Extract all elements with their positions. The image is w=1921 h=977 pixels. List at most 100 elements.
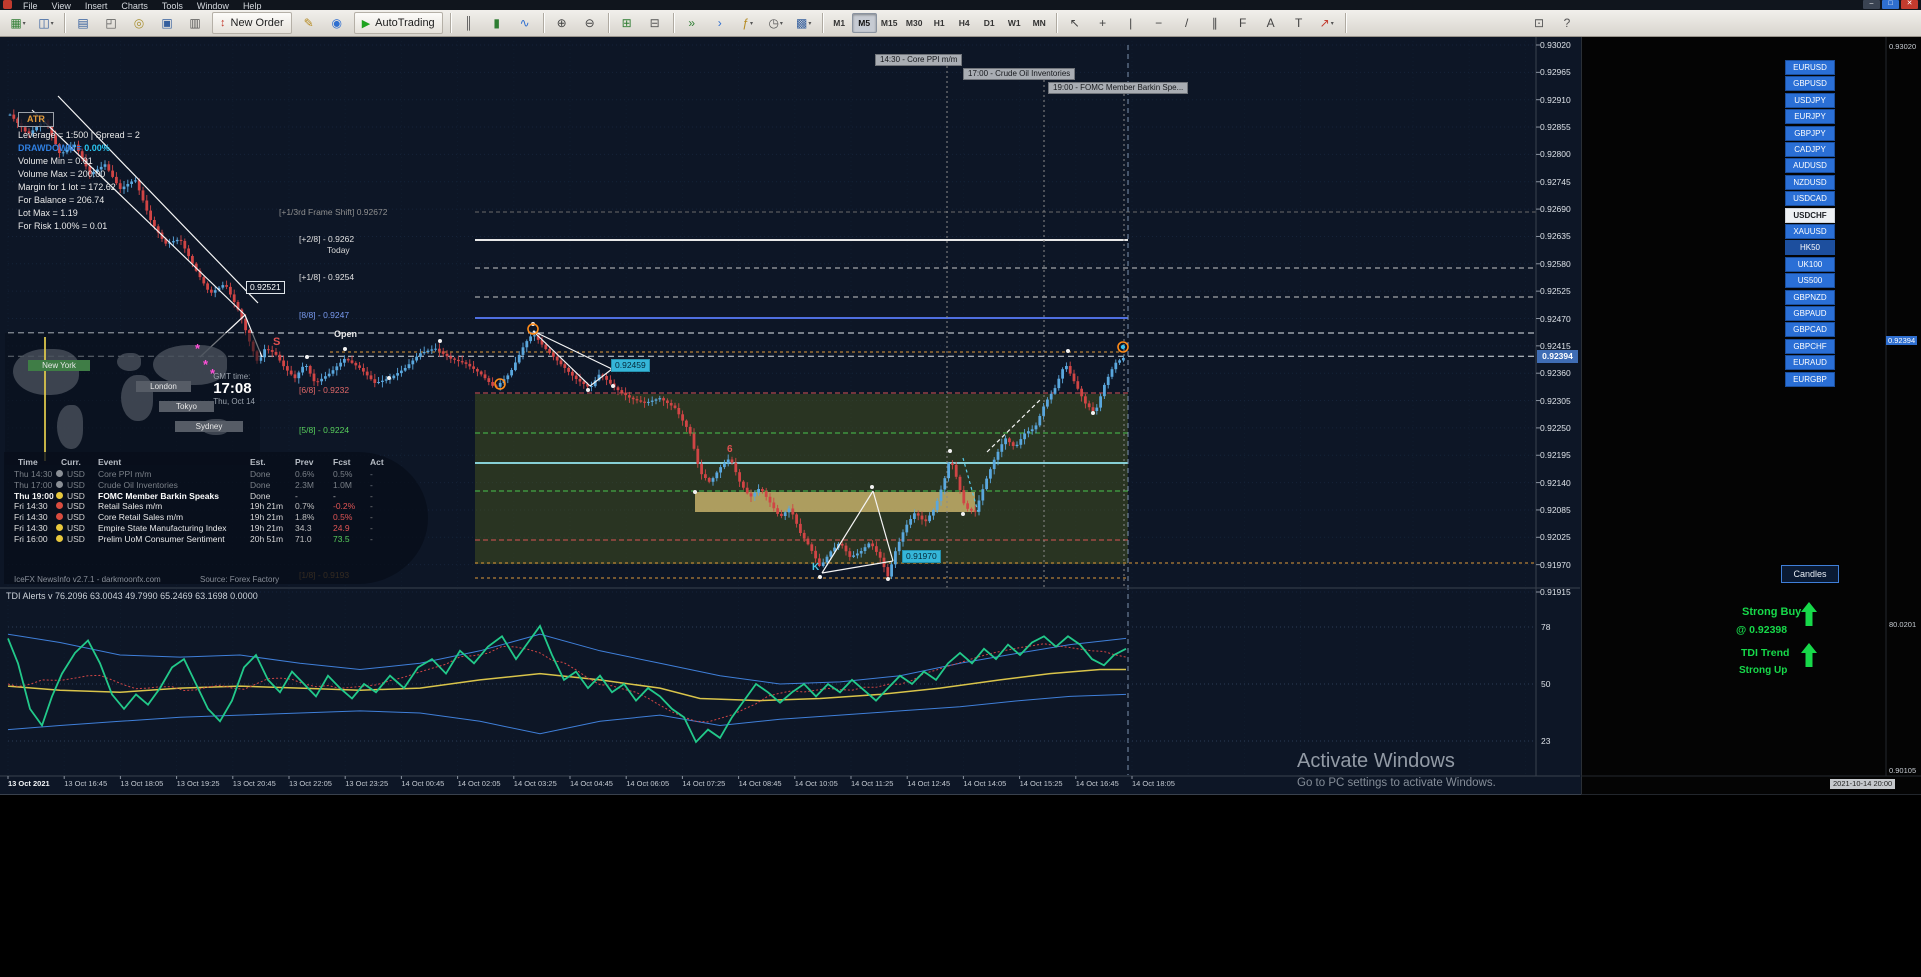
symbol-button-gbpcad[interactable]: GBPCAD (1785, 322, 1835, 338)
price-scale-label: 0.92635 (1540, 231, 1571, 242)
time-axis-label: 13 Oct 19:25 (176, 779, 220, 788)
symbol-button-eurusd[interactable]: EURUSD (1785, 60, 1835, 75)
timeframe-m30[interactable]: M30 (902, 13, 927, 33)
news-cell: Done (250, 469, 271, 479)
docking-icon[interactable]: ⊡ (1525, 12, 1553, 34)
secondary-current-price: 0.92394 (1886, 336, 1918, 345)
data-window-icon[interactable]: ◰ (97, 12, 125, 34)
symbol-button-gbpjpy[interactable]: GBPJPY (1785, 125, 1835, 141)
minimize-button[interactable]: – (1863, 0, 1880, 9)
restore-button[interactable]: □ (1882, 0, 1899, 9)
menu-view[interactable]: View (45, 0, 78, 10)
timeframe-m1[interactable]: M1 (827, 13, 852, 33)
timeframe-mn[interactable]: MN (1027, 13, 1052, 33)
tdi-scale-label: 23 (1541, 736, 1551, 746)
line-chart-icon[interactable]: ∿ (511, 12, 539, 34)
chevron-down-icon: ▾ (750, 20, 754, 27)
signal-strong-buy: Strong Buy (1742, 606, 1802, 618)
metaeditor-icon[interactable]: ✎ (295, 12, 323, 34)
symbol-button-usdchf[interactable]: USDCHF (1785, 207, 1835, 223)
help-icon[interactable]: ? (1553, 12, 1581, 34)
arrows-icon[interactable]: ↗ ▾ (1313, 12, 1341, 34)
app-icon[interactable] (3, 0, 12, 9)
time-axis-label: 14 Oct 03:25 (513, 779, 557, 788)
news-cell: 19h 21m (250, 523, 284, 533)
symbol-button-eurgbp[interactable]: EURGBP (1785, 371, 1835, 387)
menu-charts[interactable]: Charts (114, 0, 155, 10)
horizontal-line-icon[interactable]: − (1145, 12, 1173, 34)
symbol-button-audusd[interactable]: AUDUSD (1785, 158, 1835, 174)
symbol-button-hk50[interactable]: HK50 (1785, 240, 1835, 256)
symbol-button-us500[interactable]: US500 (1785, 273, 1835, 289)
indicators-icon[interactable]: ƒ ▾ (734, 12, 762, 34)
menu-help[interactable]: Help (236, 0, 269, 10)
symbol-button-gbpusd[interactable]: GBPUSD (1785, 76, 1835, 92)
menu-tools[interactable]: Tools (155, 0, 190, 10)
new-order-button[interactable]: ↕ New Order (212, 12, 292, 34)
menu-file[interactable]: File (16, 0, 45, 10)
market-watch-icon[interactable]: ▤ (69, 12, 97, 34)
chevron-down-icon: ▾ (779, 20, 783, 27)
new-chart-icon[interactable]: ▦ ▾ (4, 12, 32, 34)
secondary-chart-area[interactable] (1581, 37, 1921, 795)
chart-shift-icon[interactable]: › (706, 12, 734, 34)
cascade-windows-icon[interactable]: ⊟ (641, 12, 669, 34)
symbol-button-gbpchf[interactable]: GBPCHF (1785, 338, 1835, 354)
navigator-icon[interactable]: ◎ (125, 12, 153, 34)
symbol-button-cadjpy[interactable]: CADJPY (1785, 142, 1835, 157)
autotrading-button[interactable]: ▶ AutoTrading (353, 12, 443, 34)
symbol-button-gbpnzd[interactable]: GBPNZD (1785, 289, 1835, 305)
symbol-button-gbpaud[interactable]: GBPAUD (1785, 306, 1835, 321)
symbol-button-usdcad[interactable]: USDCAD (1785, 191, 1835, 207)
periods-icon[interactable]: ◷ ▾ (762, 12, 790, 34)
murrey-level-label: [+1/3rd Frame Shift] 0.92672 (279, 207, 388, 217)
menu-window[interactable]: Window (190, 0, 236, 10)
time-axis-label: 14 Oct 02:05 (457, 779, 501, 788)
cursor-icon[interactable]: ↖ (1061, 12, 1089, 34)
zoom-in-icon[interactable]: ⊕ (548, 12, 576, 34)
strategy-tester-icon[interactable]: ▥ (181, 12, 209, 34)
news-cell: Fri 14:30 (14, 501, 48, 512)
time-axis-label: 14 Oct 12:45 (907, 779, 951, 788)
timeframe-h4[interactable]: H4 (952, 13, 977, 33)
candles-toggle-button[interactable]: Candles (1781, 565, 1839, 583)
label-icon[interactable]: T (1285, 12, 1313, 34)
crosshair-icon-glyph: + (1099, 16, 1107, 30)
equidistant-channel-icon-glyph: ∥ (1211, 16, 1218, 30)
timeframe-d1[interactable]: D1 (977, 13, 1002, 33)
news-cell: Fri 14:30 (14, 512, 48, 523)
timeframe-m15[interactable]: M15 (877, 13, 902, 33)
vertical-line-icon[interactable]: | (1117, 12, 1145, 34)
templates-icon[interactable]: ▩ ▾ (790, 12, 818, 34)
close-button[interactable]: ✕ (1901, 0, 1918, 9)
profiles-icon[interactable]: ◫ ▾ (32, 12, 60, 34)
community-icon[interactable]: ◉ (323, 12, 351, 34)
menu-insert[interactable]: Insert (78, 0, 115, 10)
timeframe-h1[interactable]: H1 (927, 13, 952, 33)
symbol-button-eurjpy[interactable]: EURJPY (1785, 109, 1835, 125)
timeframe-w1[interactable]: W1 (1002, 13, 1027, 33)
symbol-button-uk100[interactable]: UK100 (1785, 256, 1835, 272)
toolbar-separator (821, 13, 823, 33)
trendline-icon[interactable]: / (1173, 12, 1201, 34)
candlestick-chart-icon[interactable]: ▮ (483, 12, 511, 34)
symbol-button-nzdusd[interactable]: NZDUSD (1785, 174, 1835, 190)
bar-chart-icon[interactable]: ║ (455, 12, 483, 34)
symbol-button-usdjpy[interactable]: USDJPY (1785, 92, 1835, 108)
text-icon[interactable]: A (1257, 12, 1285, 34)
bar-chart-icon-glyph: ║ (464, 16, 473, 30)
tile-windows-icon[interactable]: ⊞ (613, 12, 641, 34)
terminal-icon[interactable]: ▣ (153, 12, 181, 34)
menu-bar: File View Insert Charts Tools Window Help – □ ✕ (0, 0, 1921, 10)
symbol-button-euraud[interactable]: EURAUD (1785, 355, 1835, 371)
news-cell: USD (67, 479, 85, 490)
auto-scroll-icon[interactable]: » (678, 12, 706, 34)
symbol-button-xauusd[interactable]: XAUUSD (1785, 224, 1835, 239)
zoom-out-icon[interactable]: ⊖ (576, 12, 604, 34)
price-scale-label: 0.91915 (1540, 587, 1571, 597)
equidistant-channel-icon[interactable]: ∥ (1201, 12, 1229, 34)
atr-row: Volume Max = 200.00 (18, 169, 106, 179)
timeframe-m5[interactable]: M5 (851, 13, 877, 33)
crosshair-icon[interactable]: + (1089, 12, 1117, 34)
fibonacci-icon[interactable]: F (1229, 12, 1257, 34)
